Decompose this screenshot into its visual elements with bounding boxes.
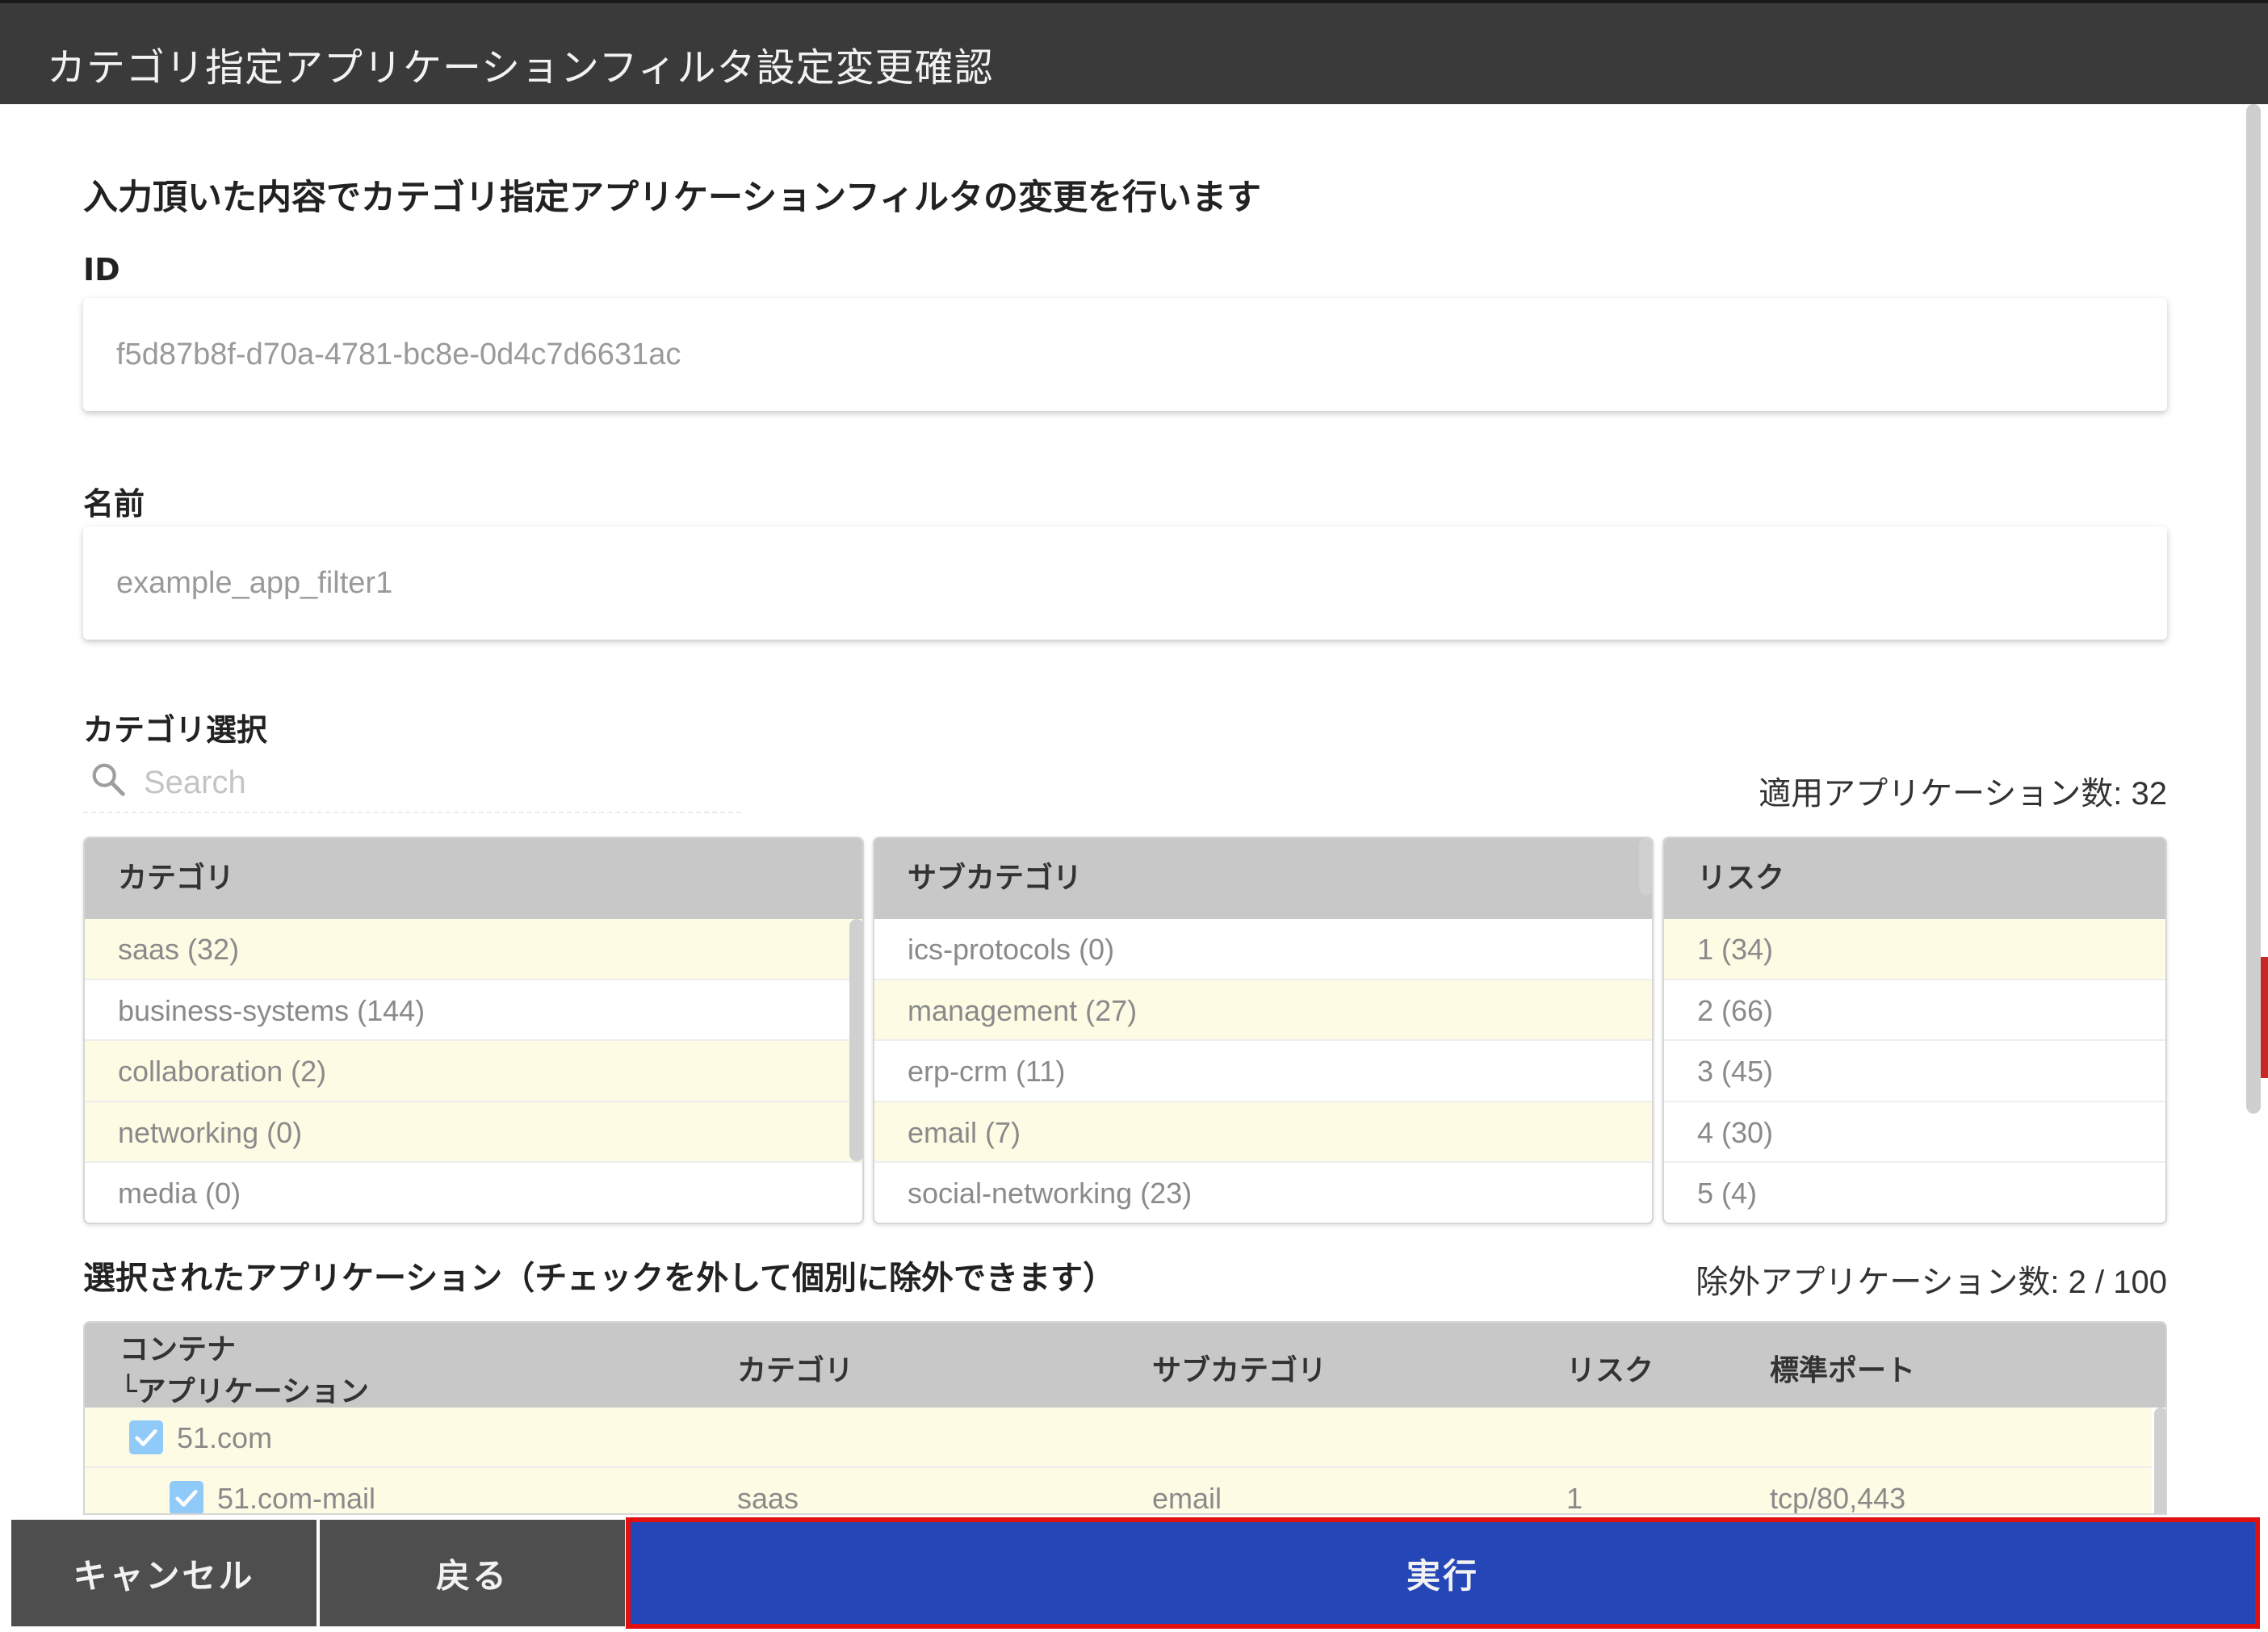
subcategory-list: サブカテゴリ ics-protocols (0) management (27)… xyxy=(873,837,1654,1224)
category-list-scrollbar[interactable] xyxy=(849,919,862,1161)
row-app-name: 51.com xyxy=(177,1421,273,1454)
subcategory-list-header: サブカテゴリ xyxy=(874,838,1652,919)
category-search-input[interactable] xyxy=(144,760,725,805)
id-label: ID xyxy=(83,252,120,287)
excluded-app-count: 除外アプリケーション数: 2 / 100 xyxy=(1696,1265,2167,1300)
run-button[interactable]: 実行 xyxy=(626,1517,2260,1629)
id-input[interactable] xyxy=(83,298,2167,411)
row-category: saas xyxy=(737,1482,799,1515)
apps-table-scrollbar[interactable] xyxy=(2154,1408,2165,1513)
id-field xyxy=(83,298,2167,411)
category-item[interactable]: media (0) xyxy=(85,1163,862,1223)
row-port: tcp/80,443 xyxy=(1770,1482,1906,1515)
dialog-titlebar: カテゴリ指定アプリケーションフィルタ設定変更確認 xyxy=(0,0,2268,104)
name-field xyxy=(83,527,2167,640)
row-checkbox[interactable] xyxy=(129,1420,163,1454)
row-app-name: 51.com-mail xyxy=(217,1482,376,1515)
subcategory-list-scrollbar[interactable] xyxy=(1639,838,1652,895)
check-icon xyxy=(135,1429,157,1446)
cancel-button[interactable]: キャンセル xyxy=(11,1520,317,1626)
selected-apps-table: コンテナ └アプリケーション カテゴリ サブカテゴリ リスク 標準ポート 51.… xyxy=(83,1321,2167,1515)
risk-item[interactable]: 5 (4) xyxy=(1664,1163,2165,1223)
subcategory-item[interactable]: social-networking (23) xyxy=(874,1163,1652,1223)
name-label: 名前 xyxy=(83,486,145,522)
table-row: 51.com xyxy=(85,1408,2152,1468)
row-risk: 1 xyxy=(1566,1482,1583,1515)
selected-apps-title: 選択されたアプリケーション（チェックを外して個別に除外できます） xyxy=(83,1260,1115,1297)
risk-list-header: リスク xyxy=(1664,838,2165,919)
page-edge-marker xyxy=(2261,957,2268,1078)
category-select-label: カテゴリ選択 xyxy=(83,712,268,748)
subcategory-item[interactable]: management (27) xyxy=(874,980,1652,1041)
risk-list: リスク 1 (34) 2 (66) 3 (45) 4 (30) 5 (4) xyxy=(1662,837,2167,1224)
applied-app-count: 適用アプリケーション数: 32 xyxy=(1759,776,2167,812)
col-application: └アプリケーション xyxy=(119,1375,369,1408)
dialog-title: カテゴリ指定アプリケーションフィルタ設定変更確認 xyxy=(47,45,994,90)
row-subcategory: email xyxy=(1152,1482,1222,1515)
col-category: カテゴリ xyxy=(737,1354,854,1387)
name-input[interactable] xyxy=(83,527,2167,640)
category-list: カテゴリ saas (32) business-systems (144) co… xyxy=(83,837,864,1224)
col-risk: リスク xyxy=(1566,1354,1654,1387)
subcategory-item[interactable]: ics-protocols (0) xyxy=(874,919,1652,980)
category-item[interactable]: collaboration (2) xyxy=(85,1041,862,1102)
dialog-footer: キャンセル 戻る 実行 xyxy=(11,1517,2260,1629)
category-item[interactable]: business-systems (144) xyxy=(85,980,862,1041)
check-icon xyxy=(175,1489,198,1507)
page-scrollbar-thumb[interactable] xyxy=(2246,104,2261,1114)
risk-item[interactable]: 4 (30) xyxy=(1664,1102,2165,1163)
search-icon xyxy=(90,761,127,798)
col-port: 標準ポート xyxy=(1770,1354,1916,1387)
subcategory-item[interactable]: email (7) xyxy=(874,1101,1652,1163)
risk-item[interactable]: 3 (45) xyxy=(1664,1041,2165,1102)
category-item[interactable]: networking (0) xyxy=(85,1101,862,1163)
row-checkbox[interactable] xyxy=(170,1481,203,1513)
risk-item[interactable]: 2 (66) xyxy=(1664,980,2165,1041)
lead-text: 入力頂いた内容でカテゴリ指定アプリケーションフィルタの変更を行います xyxy=(83,178,1261,218)
risk-item[interactable]: 1 (34) xyxy=(1664,919,2165,980)
table-header: コンテナ └アプリケーション カテゴリ サブカテゴリ リスク 標準ポート xyxy=(85,1323,2165,1408)
category-list-header: カテゴリ xyxy=(85,838,862,919)
page-scrollbar[interactable] xyxy=(2246,104,2261,1114)
table-row: 51.com-mail saas email 1 tcp/80,443 xyxy=(85,1468,2152,1515)
category-search xyxy=(83,755,741,813)
back-button[interactable]: 戻る xyxy=(320,1520,625,1626)
subcategory-item[interactable]: erp-crm (11) xyxy=(874,1041,1652,1102)
col-container: コンテナ xyxy=(119,1333,237,1366)
col-subcategory: サブカテゴリ xyxy=(1152,1354,1327,1387)
category-item[interactable]: saas (32) xyxy=(85,919,862,980)
